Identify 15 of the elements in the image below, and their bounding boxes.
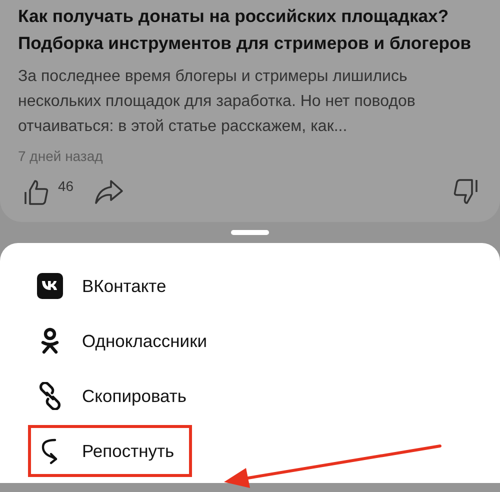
- post-date: 7 дней назад: [18, 148, 104, 164]
- thumbs-up-icon[interactable]: [24, 178, 50, 206]
- share-option[interactable]: Одноклассники: [28, 315, 226, 367]
- share-option[interactable]: Скопировать: [28, 370, 205, 422]
- share-arrow-icon[interactable]: [94, 179, 124, 205]
- article-title[interactable]: Как получать донаты на российских площадках? Подборка инструментов для стримеров и блогеров: [18, 3, 490, 57]
- figure-icon: [40, 327, 60, 355]
- like-count: 46: [58, 178, 74, 194]
- share-option[interactable]: ВКонтакте: [28, 260, 184, 312]
- article-description: За последнее время блогеры и стримеры лишились нескольких площадок для заработка. Но нет поводов отчаиваться: в этой статье расскажем, как...: [18, 67, 416, 137]
- link-icon: [37, 382, 63, 410]
- thumbs-down-icon[interactable]: [452, 178, 478, 206]
- square-logo-icon: [37, 273, 63, 299]
- share-option[interactable]: Репостнуть: [28, 425, 192, 477]
- drag-handle[interactable]: [231, 230, 269, 235]
